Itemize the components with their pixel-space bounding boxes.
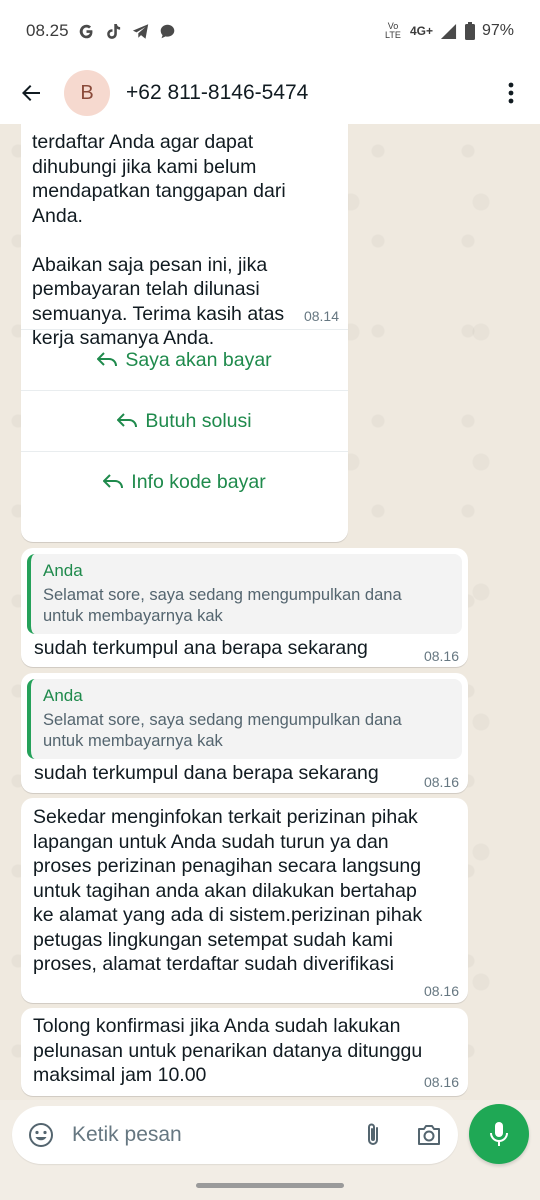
reply-icon (103, 474, 124, 489)
reply-button-label: Info kode bayar (131, 470, 266, 493)
quote-text: Selamat sore, saya sedang mengumpulkan d… (43, 586, 402, 625)
paperclip-icon[interactable] (358, 1120, 388, 1150)
emoji-icon[interactable] (26, 1120, 56, 1150)
quote-author: Anda (43, 561, 83, 580)
message-composer (12, 1106, 458, 1164)
message-time: 08.16 (423, 648, 459, 664)
reply-button-info-kode-bayar[interactable]: Info kode bayar (21, 451, 348, 512)
battery-icon (464, 22, 475, 40)
quoted-message[interactable]: Anda Selamat sore, saya sedang mengumpul… (27, 679, 462, 759)
voice-message-button[interactable] (469, 1104, 529, 1164)
reply-button-saya-akan-bayar[interactable]: Saya akan bayar (21, 329, 348, 390)
camera-icon[interactable] (414, 1120, 444, 1150)
contact-name[interactable]: +62 811-8146-5474 (126, 81, 308, 105)
more-options-button[interactable] (496, 76, 526, 110)
chat-bubble-icon (159, 22, 177, 40)
network-type: 4G+ (409, 24, 433, 38)
message-bubble[interactable]: terdaftar Anda agar dapat dihubungi jika… (21, 124, 348, 542)
quote-author: Anda (43, 686, 83, 705)
message-input[interactable] (72, 1123, 342, 1147)
message-text: Tolong konfirmasi jika Anda sudah lakuka… (33, 1015, 423, 1086)
message-time: 08.16 (423, 774, 459, 790)
message-text: Sekedar menginfokan terkait perizinan pi… (33, 806, 423, 975)
message-bubble[interactable]: Anda Selamat sore, saya sedang mengumpul… (21, 548, 468, 667)
volte-label: Vo LTE (385, 21, 401, 40)
arrow-left-icon (22, 85, 40, 101)
status-time: 08.25 (26, 21, 69, 40)
message-time: 08.16 (423, 1074, 459, 1090)
google-icon (78, 22, 96, 40)
signal-icon (440, 22, 458, 40)
more-vertical-icon (508, 82, 514, 104)
reply-button-label: Saya akan bayar (125, 348, 272, 371)
message-text: sudah terkumpul dana berapa sekarang (34, 762, 379, 784)
microphone-icon (490, 1122, 508, 1146)
avatar[interactable]: B (64, 70, 110, 116)
reply-icon (117, 413, 138, 428)
chat-area[interactable]: terdaftar Anda agar dapat dihubungi jika… (0, 124, 540, 1100)
message-time: 08.14 (303, 308, 339, 324)
reply-button-label: Butuh solusi (145, 409, 252, 432)
telegram-icon (132, 22, 150, 40)
message-text: terdaftar Anda agar dapat dihubungi jika… (32, 131, 286, 349)
message-bubble[interactable]: Anda Selamat sore, saya sedang mengumpul… (21, 673, 468, 793)
message-text: sudah terkumpul ana berapa sekarang (34, 637, 368, 659)
quote-text: Selamat sore, saya sedang mengumpulkan d… (43, 711, 402, 750)
chat-header: B +62 811-8146-5474 (0, 62, 540, 124)
reply-icon (97, 352, 118, 367)
reply-button-butuh-solusi[interactable]: Butuh solusi (21, 390, 348, 451)
message-bubble[interactable]: Tolong konfirmasi jika Anda sudah lakuka… (21, 1008, 468, 1096)
back-button[interactable] (14, 76, 48, 110)
tiktok-icon (105, 22, 123, 40)
message-bubble[interactable]: Sekedar menginfokan terkait perizinan pi… (21, 798, 468, 1003)
message-time: 08.16 (423, 983, 459, 999)
battery-percent: 97% (481, 22, 514, 39)
navigation-handle[interactable] (196, 1183, 344, 1188)
quoted-message[interactable]: Anda Selamat sore, saya sedang mengumpul… (27, 554, 462, 634)
status-bar: 08.25 Vo LTE 4G+ 97% (0, 0, 540, 62)
